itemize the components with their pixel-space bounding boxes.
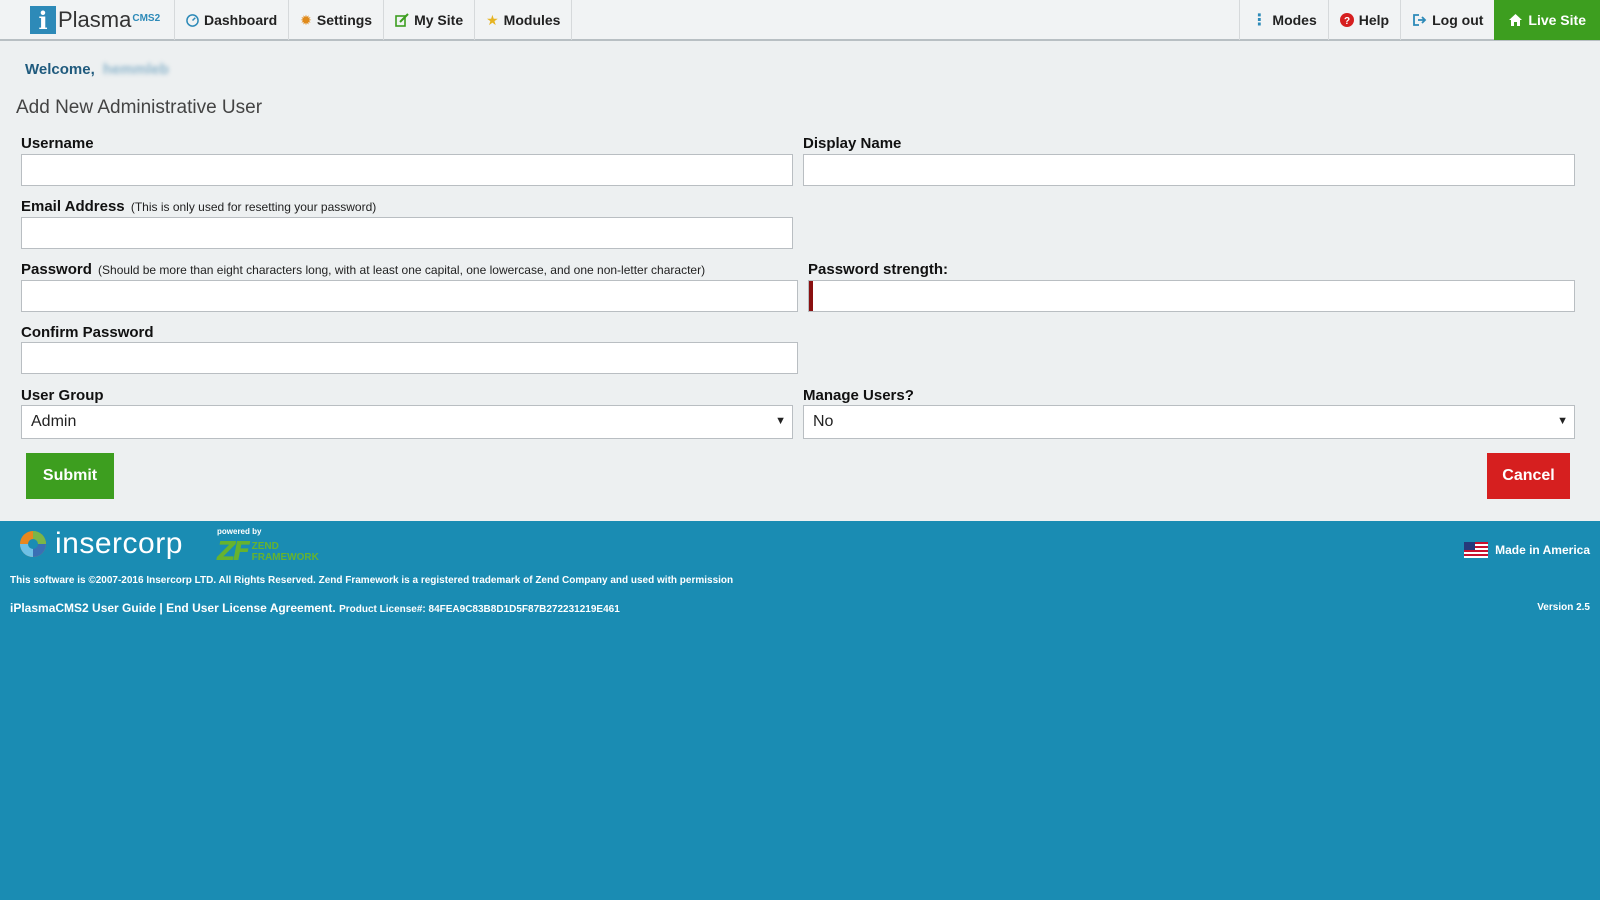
user-group-caret-icon: ▼	[775, 415, 786, 427]
eula-link[interactable]: End User License Agreement.	[166, 601, 336, 615]
brand-i-icon: i	[30, 6, 56, 35]
user-group-select[interactable]: Admin ▼	[21, 405, 793, 439]
nav-live-site[interactable]: Live Site	[1494, 0, 1600, 40]
made-in-america: Made in America	[1464, 542, 1590, 558]
nav-modules[interactable]: ★ Modules	[475, 0, 573, 40]
nav-settings[interactable]: ✹ Settings	[289, 0, 385, 40]
nav-modes-label: Modes	[1272, 12, 1317, 28]
username-label-text: Username	[21, 135, 94, 152]
welcome-prefix: Welcome,	[25, 61, 95, 78]
password-input[interactable]	[21, 280, 798, 312]
confirm-password-label: Confirm Password	[21, 324, 154, 341]
svg-text:?: ?	[1344, 16, 1350, 27]
password-label-text: Password	[21, 261, 92, 278]
email-label-text: Email Address	[21, 198, 125, 215]
nav-dashboard-label: Dashboard	[204, 12, 278, 28]
nav-modules-label: Modules	[503, 12, 561, 28]
welcome-message: Welcome, hemmleb	[25, 61, 169, 78]
user-group-label-text: User Group	[21, 387, 104, 404]
us-flag-icon	[1464, 542, 1489, 558]
email-label: Email Address (This is only used for res…	[21, 198, 376, 215]
nav-dashboard[interactable]: Dashboard	[175, 0, 290, 40]
zend-word: ZEND	[251, 541, 279, 552]
user-group-label: User Group	[21, 387, 104, 404]
nav-logout[interactable]: Log out	[1400, 0, 1494, 40]
nav-my-site[interactable]: My Site	[384, 0, 476, 40]
manage-users-select[interactable]: No ▼	[803, 405, 1575, 439]
manage-users-label: Manage Users?	[803, 387, 914, 404]
password-strength-label: Password strength:	[808, 261, 948, 278]
main-content: Welcome, hemmleb Add New Administrative …	[0, 41, 1600, 521]
star-icon: ★	[486, 11, 499, 28]
help-icon: ?	[1339, 13, 1354, 27]
home-icon	[1508, 13, 1523, 27]
confirm-password-input[interactable]	[21, 342, 798, 374]
email-note: (This is only used for resetting your pa…	[130, 200, 377, 214]
page-title: Add New Administrative User	[16, 97, 263, 118]
version-text: Version 2.5	[1537, 602, 1590, 613]
nav-help-label: Help	[1358, 12, 1390, 28]
nav-right-group: ⋮ Modes ? Help Log out Live Site	[1239, 0, 1600, 40]
powered-by-text: powered by	[217, 527, 262, 536]
link-separator: |	[156, 601, 167, 615]
confirm-password-label-text: Confirm Password	[21, 324, 154, 341]
footer-links: iPlasmaCMS2 User Guide | End User Licens…	[10, 601, 620, 615]
insercorp-logo-text: insercorp	[55, 527, 183, 560]
manage-users-value: No	[813, 413, 834, 430]
nav-modes[interactable]: ⋮ Modes	[1239, 0, 1327, 40]
password-strength-bar	[809, 281, 813, 311]
manage-users-label-text: Manage Users?	[803, 387, 914, 404]
nav-help[interactable]: ? Help	[1327, 0, 1400, 40]
brand-name: Plasma	[58, 7, 132, 32]
display-name-input[interactable]	[803, 154, 1575, 186]
footer: insercorp powered by ZF ZEND FRAMEWORK M…	[0, 521, 1600, 900]
insercorp-gear-icon	[20, 531, 46, 557]
user-guide-link[interactable]: iPlasmaCMS2 User Guide	[10, 601, 156, 615]
top-navbar: i Plasma CMS2 Dashboard ✹ Settings My Si…	[0, 0, 1600, 41]
cancel-button[interactable]: Cancel	[1487, 453, 1570, 499]
user-group-value: Admin	[31, 413, 77, 430]
dashboard-icon	[186, 13, 199, 27]
password-note: (Should be more than eight characters lo…	[98, 263, 706, 277]
gear-icon: ✹	[300, 11, 312, 28]
nav-logout-label: Log out	[1432, 12, 1484, 28]
framework-word: FRAMEWORK	[251, 552, 319, 563]
insercorp-logo[interactable]: insercorp	[17, 527, 183, 561]
nav-my-site-label: My Site	[414, 12, 464, 28]
logout-icon	[1412, 13, 1427, 27]
made-in-america-text: Made in America	[1495, 543, 1590, 557]
copyright-text: This software is ©2007-2016 Insercorp LT…	[10, 575, 734, 586]
brand-sup: CMS2	[132, 12, 161, 24]
display-name-label: Display Name	[803, 135, 901, 152]
password-label: Password (Should be more than eight char…	[21, 261, 705, 278]
nav-live-site-label: Live Site	[1528, 12, 1586, 28]
username-label: Username	[21, 135, 94, 152]
submit-button[interactable]: Submit	[26, 453, 114, 499]
product-license: Product License#: 84FEA9C83B8D1D5F87B272…	[339, 604, 620, 615]
username-input[interactable]	[21, 154, 793, 186]
nav-settings-label: Settings	[316, 12, 373, 28]
email-input[interactable]	[21, 217, 793, 249]
vertical-dots-icon: ⋮	[1251, 12, 1268, 29]
edit-icon	[395, 13, 409, 27]
zend-framework-logo[interactable]: powered by ZF ZEND FRAMEWORK	[217, 527, 319, 567]
welcome-username: hemmleb	[102, 61, 169, 78]
display-name-label-text: Display Name	[803, 135, 902, 152]
password-strength-meter	[808, 280, 1575, 312]
zf-logo-icon: ZF	[217, 537, 251, 567]
password-strength-label-text: Password strength:	[808, 261, 949, 278]
brand-logo[interactable]: i Plasma CMS2	[0, 0, 175, 40]
manage-users-caret-icon: ▼	[1557, 415, 1568, 427]
